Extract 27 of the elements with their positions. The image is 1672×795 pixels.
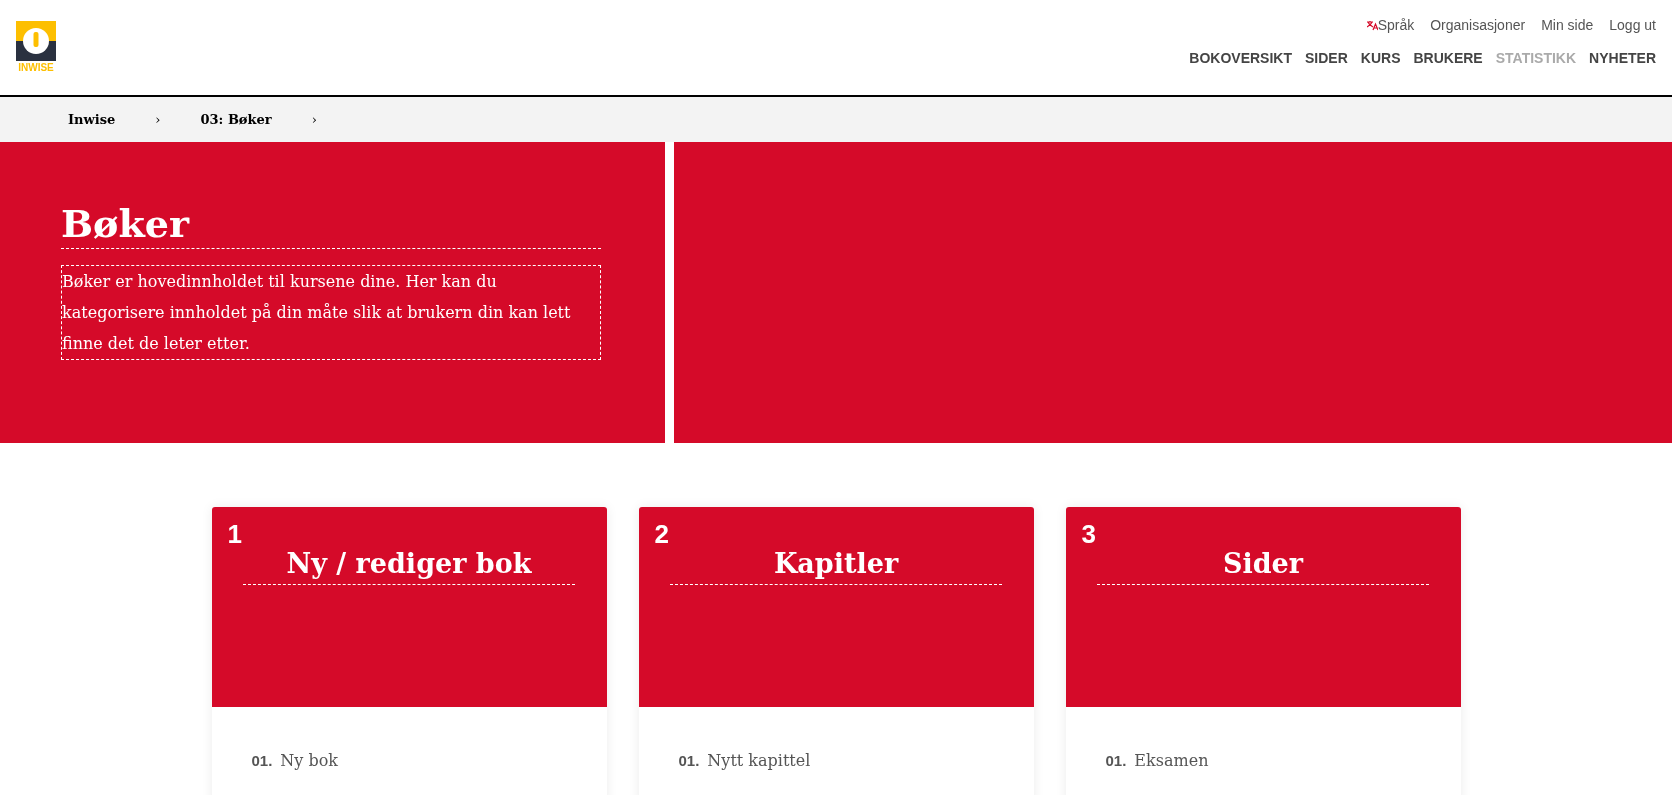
nav-link[interactable]: SIDER (1305, 48, 1348, 69)
nav-link[interactable]: BOKOVERSIKT (1189, 48, 1292, 69)
nav-link[interactable]: BRUKERE (1413, 48, 1483, 69)
header-link[interactable]: Logg ut (1609, 15, 1656, 36)
logo-icon (16, 21, 56, 61)
breadcrumb-separator: › (155, 110, 161, 129)
header-link[interactable]: Min side (1541, 15, 1594, 36)
header-link[interactable]: Språk (1366, 15, 1415, 36)
breadcrumb-separator: › (311, 110, 317, 129)
breadcrumb-link[interactable]: 03: Bøker (200, 109, 272, 130)
breadcrumb-link[interactable]: Inwise (68, 109, 116, 130)
step-number: 1 (227, 518, 242, 551)
card-title: Kapitler (670, 547, 1002, 585)
step-number: 2 (654, 518, 669, 551)
nav-link[interactable]: KURS (1360, 48, 1401, 69)
logo-text: INWISE (18, 63, 54, 73)
card-title: Ny / rediger bok (243, 547, 575, 585)
card-list-item[interactable]: 01. Eksamen (1105, 749, 1461, 773)
translate-icon (1366, 20, 1378, 31)
card-list-item[interactable]: 01. Ny bok (251, 749, 607, 773)
header-link[interactable]: Organisasjoner (1430, 15, 1526, 36)
card-list-item[interactable]: 01. Nytt kapittel (678, 749, 1034, 773)
nav-link[interactable]: NYHETER (1589, 48, 1656, 69)
card-title: Sider (1097, 547, 1429, 585)
page-title: Bøker (61, 200, 601, 249)
page-description: Bøker er hovedinnholdet til kursene dine. Her kan du kategorisere innholdet på din måte slik at brukern din kan lett finne det de leter etter. (61, 265, 601, 360)
step-number: 3 (1081, 518, 1096, 551)
